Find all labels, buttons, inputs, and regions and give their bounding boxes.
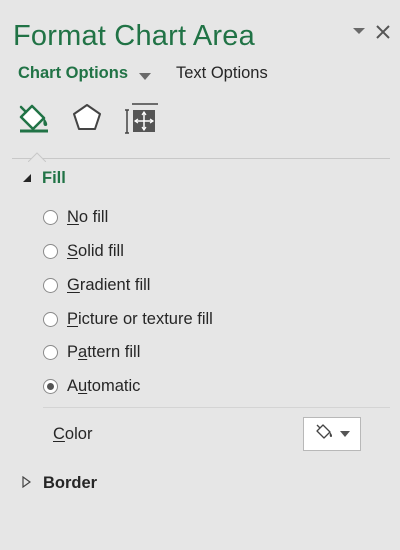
- effects-button[interactable]: [70, 102, 104, 138]
- border-heading: Border: [43, 474, 98, 492]
- radio-dot: [47, 383, 54, 390]
- radio-automatic[interactable]: Automatic: [43, 377, 140, 396]
- selected-tab-pointer: [27, 149, 47, 167]
- radio-pattern-fill[interactable]: Pattern fill: [43, 343, 140, 362]
- radio-button[interactable]: [43, 345, 58, 360]
- option-label: No fill: [67, 208, 109, 226]
- pane-options-dropdown-icon[interactable]: [352, 24, 366, 43]
- size-properties-button[interactable]: [124, 102, 158, 138]
- option-label: Gradient fill: [67, 276, 151, 294]
- option-label: Pattern fill: [67, 343, 141, 361]
- radio-picture-texture-fill[interactable]: Picture or texture fill: [43, 310, 213, 329]
- chart-options-dropdown-icon[interactable]: [138, 69, 152, 87]
- radio-button-selected[interactable]: [43, 379, 58, 394]
- option-label: Automatic: [67, 377, 141, 395]
- option-label: Picture or texture fill: [67, 310, 213, 328]
- radio-button[interactable]: [43, 210, 58, 225]
- color-picker-button[interactable]: [303, 417, 361, 451]
- radio-no-fill[interactable]: No fill: [43, 208, 108, 227]
- radio-solid-fill[interactable]: Solid fill: [43, 242, 124, 261]
- size-properties-icon: [124, 101, 158, 140]
- color-separator: [43, 407, 390, 408]
- paint-bucket-icon: [314, 422, 334, 447]
- radio-button[interactable]: [43, 312, 58, 327]
- chevron-down-icon: [340, 425, 350, 443]
- tab-text-options[interactable]: Text Options: [176, 64, 268, 83]
- radio-button[interactable]: [43, 278, 58, 293]
- radio-button[interactable]: [43, 244, 58, 259]
- collapse-triangle-icon: [22, 170, 32, 188]
- radio-gradient-fill[interactable]: Gradient fill: [43, 276, 150, 295]
- fill-line-button[interactable]: [17, 102, 51, 138]
- pane-title: Format Chart Area: [13, 20, 255, 52]
- pentagon-icon: [71, 102, 103, 139]
- expand-triangle-icon: [22, 475, 32, 493]
- close-icon[interactable]: [375, 24, 391, 45]
- fill-heading: Fill: [42, 169, 66, 187]
- paint-bucket-icon: [17, 101, 51, 140]
- color-label: Color: [53, 425, 93, 443]
- tab-divider: [12, 158, 390, 159]
- fill-section-header[interactable]: Fill: [22, 169, 66, 188]
- tab-chart-options[interactable]: Chart Options: [18, 64, 128, 83]
- border-section-header[interactable]: Border: [22, 474, 97, 493]
- option-label: Solid fill: [67, 242, 124, 260]
